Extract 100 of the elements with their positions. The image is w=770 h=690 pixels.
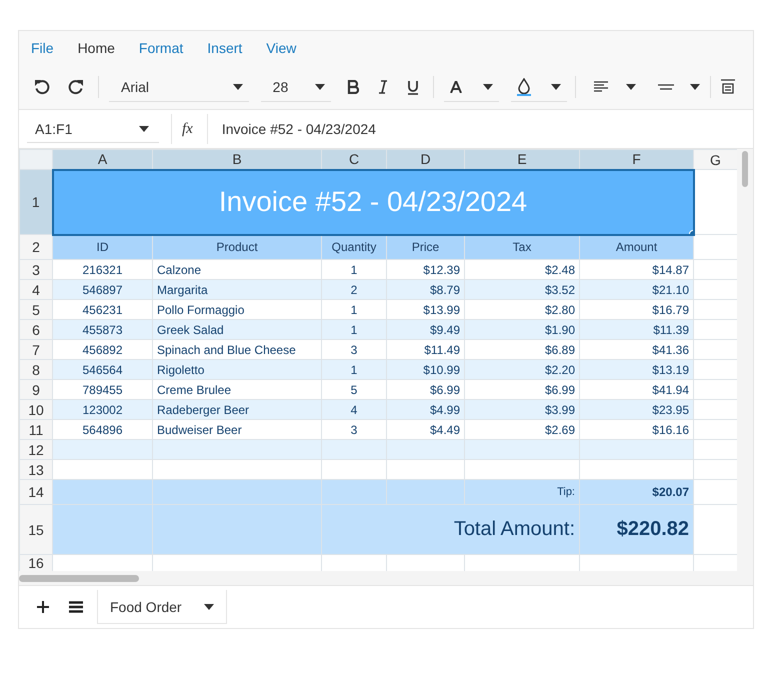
name-box[interactable]: A1:F1 xyxy=(27,115,159,143)
caret-icon[interactable] xyxy=(626,84,636,90)
table-cell: 456892 xyxy=(52,340,152,360)
table-cell: Spinach and Blue Cheese xyxy=(152,340,322,360)
row-header[interactable]: 6 xyxy=(20,320,52,340)
caret-icon[interactable] xyxy=(232,84,243,90)
scroll-thumb[interactable] xyxy=(742,151,748,187)
vertical-scrollbar[interactable] xyxy=(737,149,753,571)
font-size-dropdown[interactable]: 28 xyxy=(260,72,330,102)
align-left-icon[interactable] xyxy=(594,81,608,93)
table-cell xyxy=(694,380,738,400)
table-cell xyxy=(694,420,738,440)
table-cell: $6.89 xyxy=(464,340,580,360)
table-cell: $2.48 xyxy=(464,260,580,280)
table-cell: $13.99 xyxy=(386,300,464,320)
caret-icon[interactable] xyxy=(690,84,700,90)
row-header[interactable]: 5 xyxy=(20,300,52,320)
plus-icon[interactable] xyxy=(37,601,49,613)
letter-a-icon[interactable] xyxy=(450,80,462,92)
row-header[interactable]: 9 xyxy=(20,380,52,400)
table-cell: 216321 xyxy=(52,260,152,280)
row-header[interactable]: 4 xyxy=(20,280,52,300)
table-cell: $1.90 xyxy=(464,320,580,340)
column-header[interactable]: A xyxy=(52,150,152,170)
caret-icon[interactable] xyxy=(551,84,562,90)
droplet-icon[interactable] xyxy=(517,78,532,96)
redo-icon[interactable] xyxy=(68,79,84,95)
table-cell: 546897 xyxy=(52,280,152,300)
table-cell: Product xyxy=(152,234,322,260)
table-cell: $2.69 xyxy=(464,420,580,440)
table-cell: $6.99 xyxy=(386,380,464,400)
table-cell: $20.07 xyxy=(580,480,694,504)
row-header[interactable]: 16 xyxy=(20,554,52,571)
sheet-tab[interactable]: Food Order xyxy=(97,590,227,624)
row-header[interactable]: 7 xyxy=(20,340,52,360)
table-cell xyxy=(694,504,738,554)
row-header[interactable]: 13 xyxy=(20,460,52,480)
align-middle-icon[interactable] xyxy=(658,83,674,91)
undo-icon[interactable] xyxy=(34,79,50,95)
table-cell xyxy=(322,480,386,504)
table-cell: Total Amount: xyxy=(322,504,580,554)
italic-icon[interactable] xyxy=(376,80,388,94)
column-header[interactable]: B xyxy=(152,150,322,170)
table-cell xyxy=(322,440,386,460)
table-cell: Calzone xyxy=(152,260,322,280)
caret-icon[interactable] xyxy=(314,84,324,90)
table-cell: 1 xyxy=(322,360,386,380)
row-header[interactable]: 14 xyxy=(20,480,52,504)
bold-icon[interactable] xyxy=(346,80,358,94)
row-header[interactable]: 12 xyxy=(20,440,52,460)
menu-tab[interactable]: View xyxy=(266,38,308,58)
row-header[interactable]: 1 xyxy=(20,170,52,234)
table-cell xyxy=(694,300,738,320)
table-cell: 1 xyxy=(322,300,386,320)
table-cell: 5 xyxy=(322,380,386,400)
column-header[interactable]: F xyxy=(580,150,694,170)
row-header[interactable]: 3 xyxy=(20,260,52,280)
table-cell xyxy=(694,260,738,280)
table-cell xyxy=(694,320,738,340)
table-cell: 455873 xyxy=(52,320,152,340)
table-cell: $3.52 xyxy=(464,280,580,300)
row-header[interactable]: 8 xyxy=(20,360,52,380)
table-cell: $11.39 xyxy=(580,320,694,340)
menu-icon[interactable] xyxy=(69,601,83,613)
table-cell: $4.49 xyxy=(386,420,464,440)
table-cell xyxy=(694,234,738,260)
table-cell: Creme Brulee xyxy=(152,380,322,400)
formula-field[interactable]: Invoice #52 - 04/23/2024 xyxy=(216,121,376,137)
sheet-title: Invoice #52 - 04/23/2024 xyxy=(52,170,694,234)
font-dropdown[interactable]: Arial xyxy=(109,72,249,102)
table-cell: $6.99 xyxy=(464,380,580,400)
row-header[interactable]: 11 xyxy=(20,420,52,440)
table-cell: 3 xyxy=(322,340,386,360)
table-cell: $3.99 xyxy=(464,400,580,420)
caret-icon[interactable] xyxy=(483,84,494,90)
row-header[interactable]: 15 xyxy=(20,504,52,554)
menu-tab[interactable]: Insert xyxy=(207,38,254,58)
column-header[interactable]: G xyxy=(694,150,738,170)
menu-tab[interactable]: File xyxy=(31,38,66,58)
wrap-text-icon[interactable] xyxy=(721,79,735,95)
column-header[interactable]: E xyxy=(464,150,580,170)
row-header[interactable]: 2 xyxy=(20,234,52,260)
table-cell: 2 xyxy=(322,280,386,300)
column-header[interactable]: C xyxy=(322,150,386,170)
table-cell: 789455 xyxy=(52,380,152,400)
table-cell xyxy=(694,170,738,234)
menu-tab[interactable]: Home xyxy=(78,38,127,58)
table-cell: $2.20 xyxy=(464,360,580,380)
table-cell: Rigoletto xyxy=(152,360,322,380)
menu-tab[interactable]: Format xyxy=(138,38,196,58)
caret-icon[interactable] xyxy=(204,604,214,610)
underline-icon[interactable] xyxy=(406,80,418,94)
row-header[interactable]: 10 xyxy=(20,400,52,420)
horizontal-scroll-thumb[interactable] xyxy=(19,574,139,582)
caret-icon[interactable] xyxy=(139,126,149,132)
table-cell xyxy=(694,340,738,360)
table-cell xyxy=(694,400,738,420)
column-header[interactable]: D xyxy=(386,150,464,170)
table-cell: 1 xyxy=(322,320,386,340)
table-cell: $16.16 xyxy=(580,420,694,440)
